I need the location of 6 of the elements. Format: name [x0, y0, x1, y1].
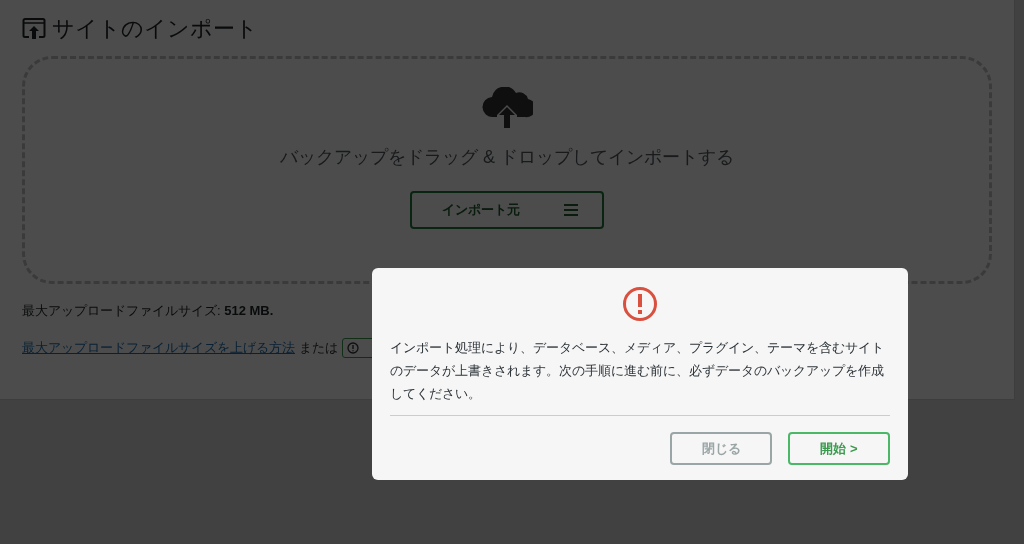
or-text: または: [299, 339, 338, 357]
warning-icon: [622, 286, 658, 322]
start-button[interactable]: 開始 >: [788, 432, 890, 465]
close-button[interactable]: 閉じる: [670, 432, 772, 465]
warning-message: インポート処理により、データベース、メディア、プラグイン、テーマを含むサイトのデータが上書きされます。次の手順に進む前に、必ずデータのバックアップを作成してください。: [390, 339, 885, 403]
page-title: サイトのインポート: [52, 15, 258, 43]
